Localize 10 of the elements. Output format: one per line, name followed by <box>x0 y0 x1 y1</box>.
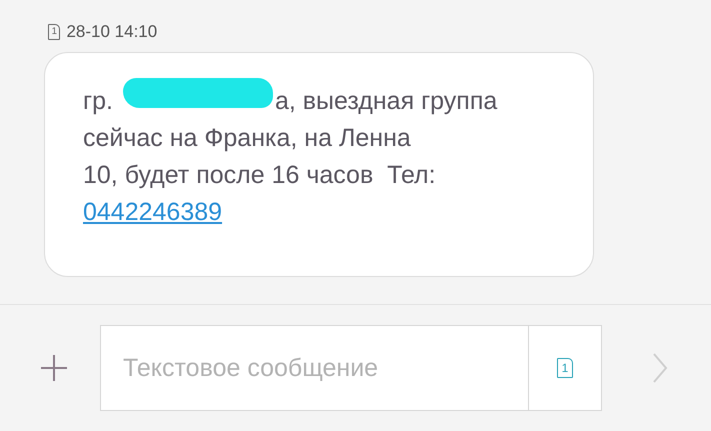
message-text: сейчас на Франка, на Ленна <box>83 123 411 154</box>
message-text: гр. <box>83 86 113 117</box>
message-time: 28-10 14:10 <box>66 22 158 42</box>
message-field[interactable]: Текстовое сообщение 1 <box>100 325 602 411</box>
message-text: а, выездная группа <box>274 86 498 117</box>
sim-icon: 1 <box>48 24 60 40</box>
phone-link[interactable]: 0442246389 <box>83 198 222 226</box>
sim-icon[interactable]: 1 <box>557 358 573 378</box>
add-icon[interactable] <box>40 354 68 382</box>
message-text: 10, будет после 16 часов Тел: <box>83 160 436 191</box>
